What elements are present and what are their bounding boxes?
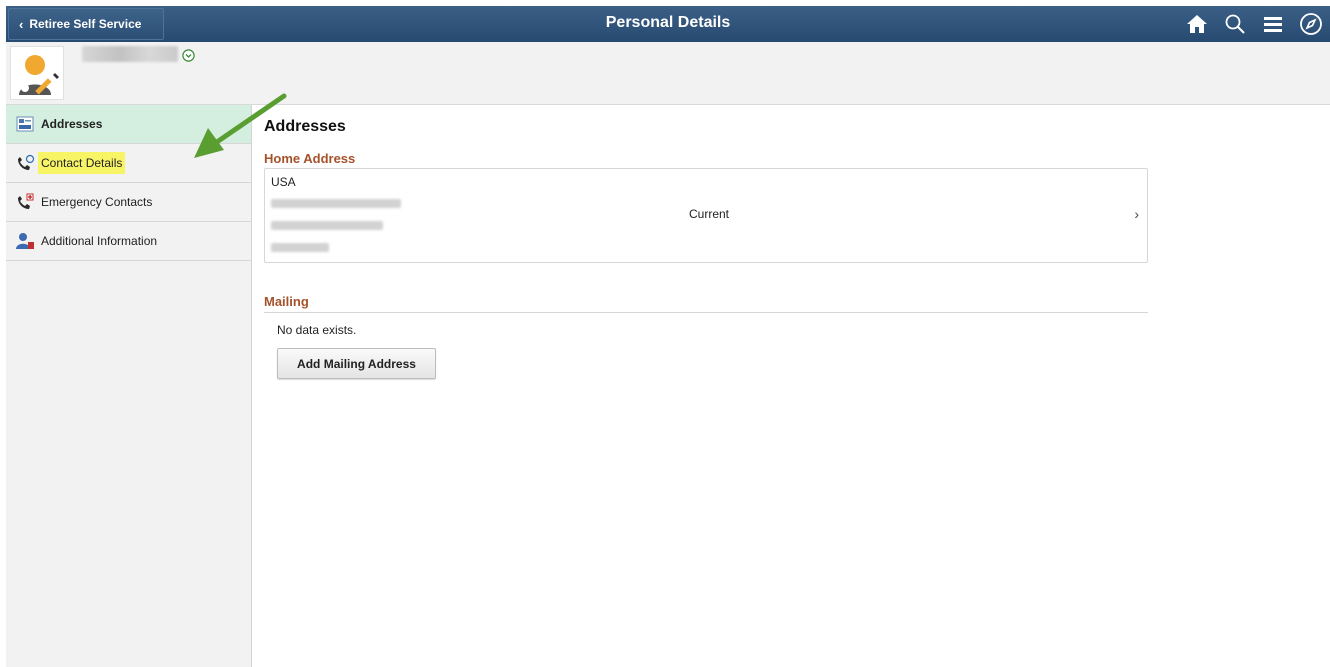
person-edit-icon[interactable] [10, 46, 64, 100]
sidebar-item-addresses[interactable]: Addresses [6, 105, 251, 144]
address-line-redacted [271, 199, 401, 208]
sidebar-item-contact-details[interactable]: Contact Details [6, 144, 251, 183]
home-address-heading: Home Address [264, 151, 356, 166]
menu-icon[interactable] [1260, 11, 1286, 37]
sidebar-item-additional-information[interactable]: Additional Information [6, 222, 251, 261]
header-bar: ‹ Retiree Self Service Personal Details [6, 6, 1330, 42]
sidebar-item-emergency-contacts[interactable]: Emergency Contacts [6, 183, 251, 222]
home-address-card[interactable]: USA Current › [264, 168, 1148, 263]
address-country: USA [271, 175, 296, 189]
back-button[interactable]: ‹ Retiree Self Service [8, 8, 164, 40]
address-line-redacted [271, 221, 383, 230]
address-card-icon [14, 113, 36, 135]
page-heading: Addresses [264, 118, 346, 135]
sidebar-item-label: Emergency Contacts [41, 195, 153, 209]
user-name-redacted [82, 46, 178, 62]
phone-email-icon [14, 152, 36, 174]
navbar-compass-icon[interactable] [1298, 11, 1324, 37]
sidebar-item-label: Additional Information [41, 234, 158, 248]
main-content: Addresses Home Address USA Current › Mai… [264, 118, 1154, 379]
page-title: Personal Details [605, 14, 731, 31]
left-navigation: Addresses Contact Details Emergency Cont… [6, 105, 252, 667]
profile-header [6, 42, 1330, 105]
no-data-message: No data exists. [277, 323, 357, 337]
sidebar-item-label: Contact Details [38, 152, 126, 174]
header-actions [1184, 6, 1324, 42]
address-line-redacted [271, 243, 329, 252]
address-status: Current [689, 207, 730, 221]
chevron-right-icon[interactable]: › [1134, 206, 1139, 222]
phone-emergency-icon [14, 191, 36, 213]
mailing-heading: Mailing [264, 294, 1148, 313]
chevron-left-icon: ‹ [19, 16, 24, 32]
home-icon[interactable] [1184, 11, 1210, 37]
search-icon[interactable] [1222, 11, 1248, 37]
back-button-label: Retiree Self Service [29, 17, 142, 31]
person-info-icon [14, 230, 36, 252]
sidebar-item-label: Addresses [41, 117, 103, 131]
chevron-down-circle-icon[interactable] [182, 49, 195, 62]
add-mailing-address-button[interactable]: Add Mailing Address [277, 348, 436, 379]
